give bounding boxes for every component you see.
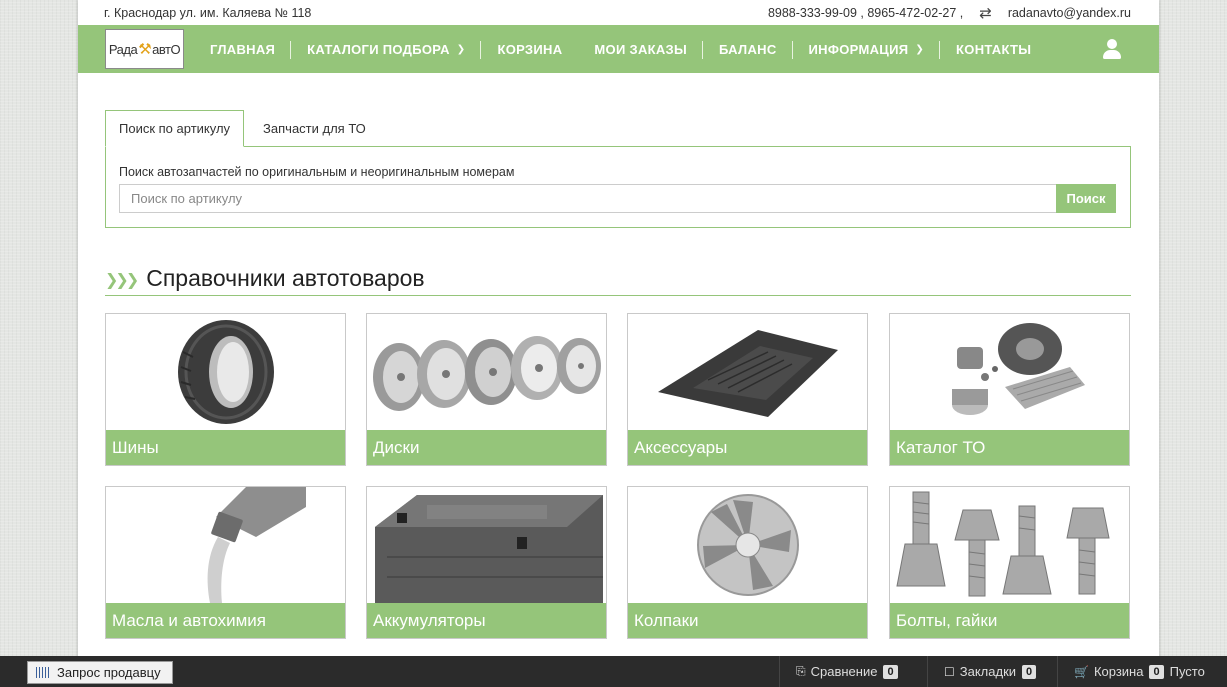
car-mat-icon <box>628 314 867 430</box>
cart-status: Пусто <box>1169 664 1205 679</box>
compare-icon: ⎘ <box>796 664 806 678</box>
tab-maintenance-parts[interactable]: Запчасти для ТО <box>250 110 379 147</box>
category-card-tires[interactable]: Шины <box>105 313 346 466</box>
nav-item-cart[interactable]: Корзина <box>481 25 578 73</box>
maintenance-parts-icon <box>890 314 1129 430</box>
nav-label: Контакты <box>956 41 1032 57</box>
compare-count-badge: 0 <box>883 664 898 679</box>
nav-item-catalogs[interactable]: Каталоги подбора ❯ <box>291 25 482 73</box>
bookmarks-label: Закладки <box>959 664 1017 679</box>
nav-label: Информация <box>808 41 909 57</box>
category-label: Шины <box>106 430 345 465</box>
category-card-maintenance[interactable]: Каталог ТО <box>889 313 1130 466</box>
page-container: г. Краснодар ул. им. Каляева № 118 8988-… <box>78 0 1159 687</box>
nav-item-home[interactable]: Главная <box>194 25 292 73</box>
category-card-hubcaps[interactable]: Колпаки <box>627 486 868 639</box>
compare-button[interactable]: ⎘ Сравнение 0 <box>779 656 898 687</box>
search-panel: Поиск автозапчастей по оригинальным и не… <box>105 146 1131 228</box>
category-label: Аксессуары <box>628 430 867 465</box>
chevron-down-icon: ❯ <box>915 43 925 55</box>
search-button[interactable]: Поиск <box>1056 184 1116 213</box>
top-info-bar: г. Краснодар ул. им. Каляева № 118 8988-… <box>78 0 1159 25</box>
cart-count-badge: 0 <box>1149 664 1164 679</box>
bookmarks-button[interactable]: ☐ Закладки 0 <box>927 656 1037 687</box>
nav-item-orders[interactable]: Мои заказы <box>578 25 703 73</box>
request-seller-label: Запрос продавцу <box>57 665 161 680</box>
section-heading: ❯❯❯ Справочники автотоваров <box>105 262 1131 296</box>
logo-text-left: Рада <box>108 41 138 57</box>
tab-article-search[interactable]: Поиск по артикулу <box>105 110 245 147</box>
bolts-icon <box>890 487 1129 603</box>
triple-chevron-icon: ❯❯❯ <box>105 271 139 289</box>
search-description: Поиск автозапчастей по оригинальным и не… <box>119 165 515 179</box>
bottom-toolbar: Запрос продавцу ⎘ Сравнение 0 ☐ Закладки… <box>0 656 1227 687</box>
nav-menu: Главная Каталоги подбора ❯ Корзина Мои за… <box>194 25 1047 73</box>
hubcap-icon <box>628 487 867 603</box>
address-text: г. Краснодар ул. им. Каляева № 118 <box>104 5 312 20</box>
user-icon[interactable] <box>1103 39 1121 59</box>
category-card-oils[interactable]: Масла и автохимия <box>105 486 346 639</box>
wrench-icon: ⚒ <box>138 41 152 58</box>
category-card-bolts[interactable]: Болты, гайки <box>889 486 1130 639</box>
search-tabs: Поиск по артикулу Запчасти для ТО <box>105 110 379 147</box>
site-logo[interactable]: Рада ⚒ авт О <box>105 29 184 69</box>
nav-label: Корзина <box>497 41 563 57</box>
wheel-rims-icon <box>367 314 606 430</box>
bookmarks-count-badge: 0 <box>1022 664 1037 679</box>
section-title: Справочники автотоваров <box>146 265 425 291</box>
chevron-down-icon: ❯ <box>456 43 466 55</box>
category-card-batteries[interactable]: Аккумуляторы <box>366 486 607 639</box>
article-search-input[interactable] <box>119 184 1056 213</box>
category-label: Масла и автохимия <box>106 603 345 638</box>
tire-icon <box>106 314 345 430</box>
request-seller-button[interactable]: Запрос продавцу <box>27 661 173 684</box>
nav-item-contacts[interactable]: Контакты <box>940 25 1047 73</box>
cart-label: Корзина <box>1093 664 1144 679</box>
shopping-cart-icon: 🛒 <box>1074 664 1089 679</box>
nav-item-info[interactable]: Информация ❯ <box>793 25 941 73</box>
barcode-icon <box>36 667 50 678</box>
category-label: Колпаки <box>628 603 867 638</box>
nav-label: Главная <box>210 41 276 57</box>
oil-bottle-icon <box>106 487 345 603</box>
compare-label: Сравнение <box>810 664 878 679</box>
nav-item-balance[interactable]: Баланс <box>703 25 794 73</box>
cart-button[interactable]: 🛒 Корзина 0 Пусто <box>1057 656 1205 687</box>
category-label: Аккумуляторы <box>367 603 606 638</box>
category-label: Диски <box>367 430 606 465</box>
category-card-rims[interactable]: Диски <box>366 313 607 466</box>
nav-label: Мои заказы <box>594 41 688 57</box>
battery-icon <box>367 487 606 603</box>
phone-numbers[interactable]: 8988-333-99-09 , 8965-472-02-27 , <box>768 6 963 20</box>
swap-arrows-icon[interactable]: ⇄ <box>979 4 992 22</box>
bookmark-icon: ☐ <box>944 664 955 679</box>
category-card-accessories[interactable]: Аксессуары <box>627 313 868 466</box>
main-navbar: Рада ⚒ авт О Главная Каталоги подбора ❯ Корз… <box>78 25 1159 73</box>
email-link[interactable]: radanavto@yandex.ru <box>1008 6 1131 20</box>
category-label: Каталог ТО <box>890 430 1129 465</box>
category-label: Болты, гайки <box>890 603 1129 638</box>
logo-text-right: авт <box>152 41 171 57</box>
nav-label: Баланс <box>719 41 777 57</box>
nav-label: Каталоги подбора <box>307 41 450 57</box>
logo-text-end: О <box>170 41 181 57</box>
